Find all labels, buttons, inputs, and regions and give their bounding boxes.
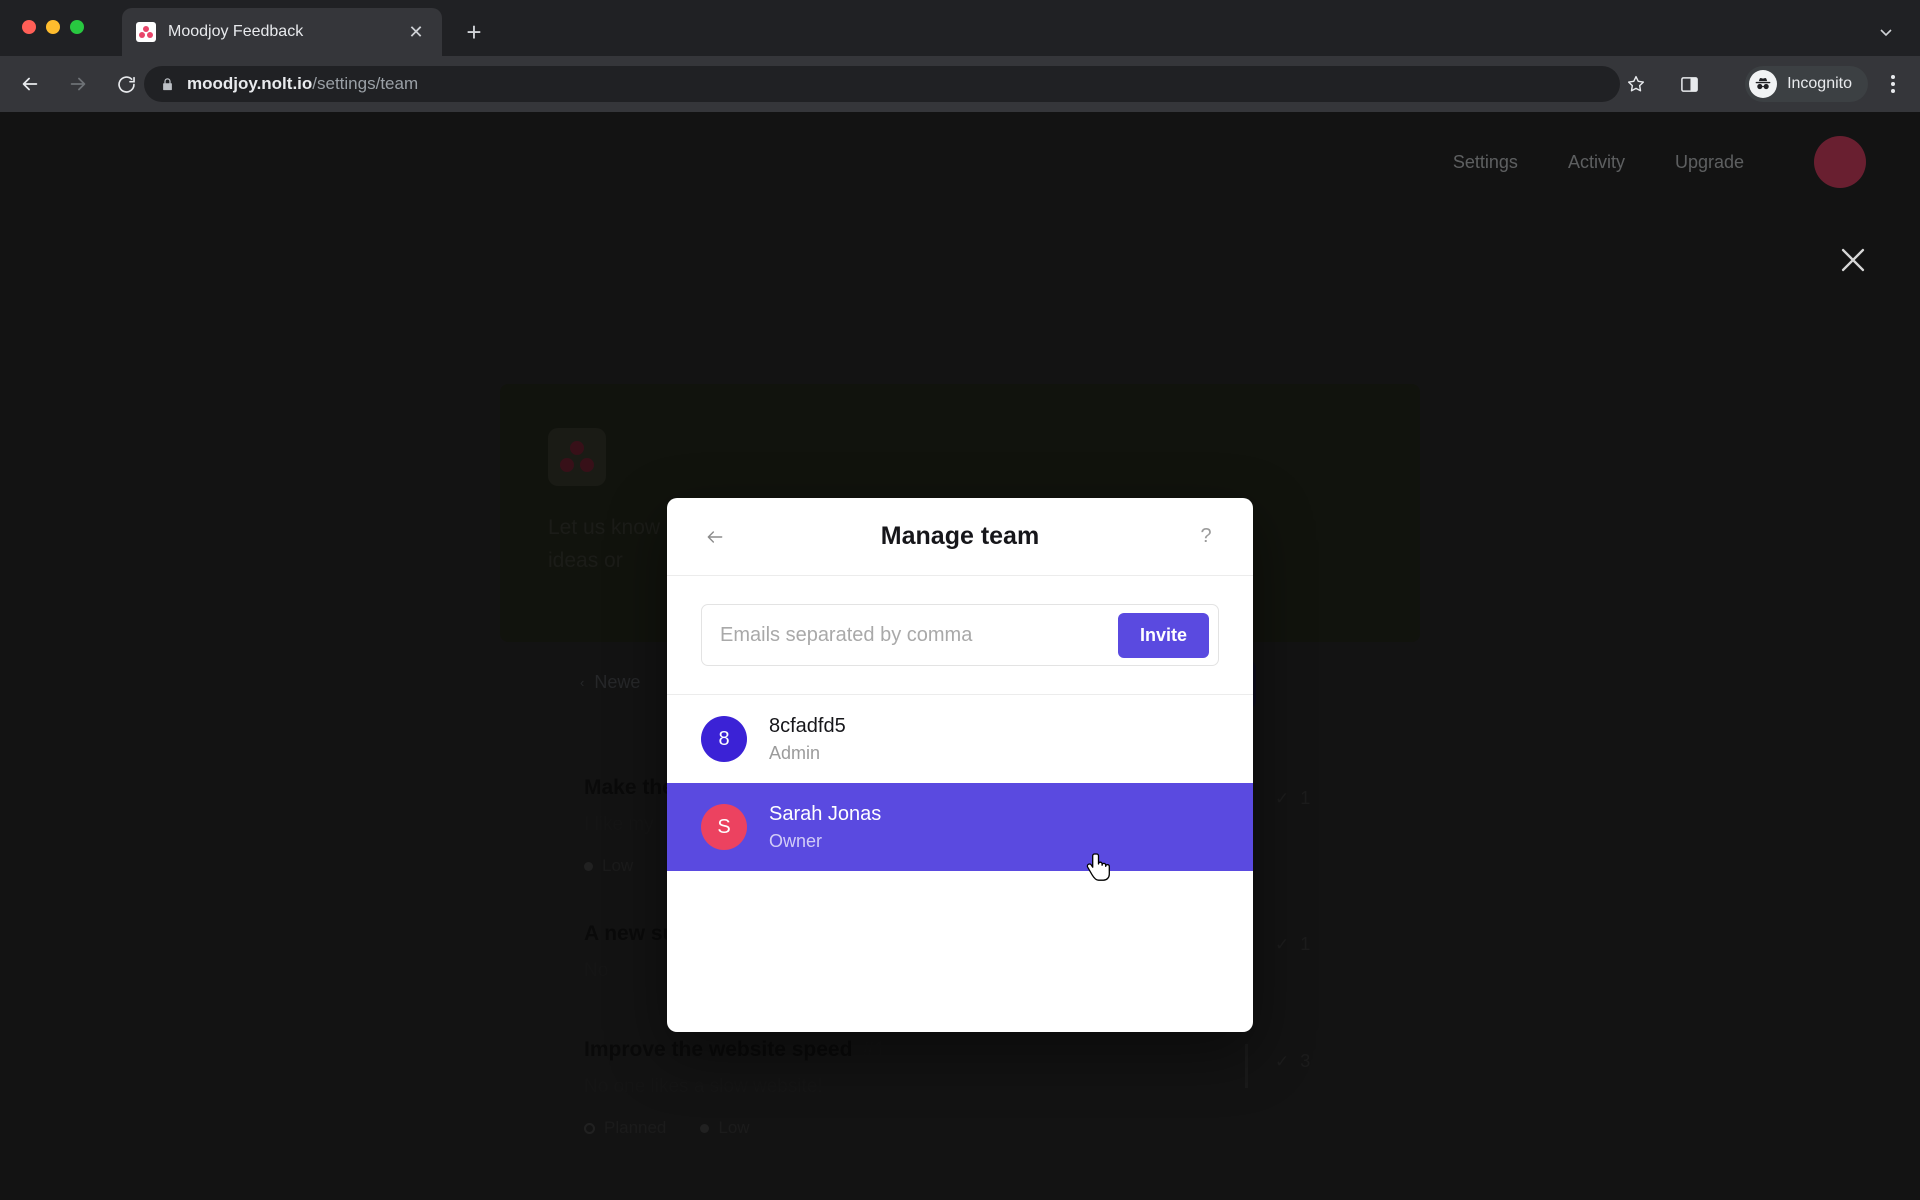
three-dot-menu-icon[interactable] xyxy=(1878,69,1908,99)
profile-label: Incognito xyxy=(1787,75,1852,92)
back-arrow-icon[interactable] xyxy=(701,523,729,551)
help-icon[interactable]: ? xyxy=(1193,524,1219,550)
profile-chip[interactable]: Incognito xyxy=(1745,66,1868,102)
team-member-role: Admin xyxy=(769,742,821,763)
team-member-role: Owner xyxy=(769,830,823,851)
new-tab-button[interactable]: + xyxy=(458,16,490,48)
team-member-name: 8cfadfd5 xyxy=(769,714,846,737)
avatar: S xyxy=(701,804,747,850)
browser-tab-strip: Moodjoy Feedback ✕ + xyxy=(0,0,1920,56)
team-member-info: 8cfadfd5 Admin xyxy=(769,715,846,764)
team-member-row[interactable]: 8 8cfadfd5 Admin xyxy=(667,695,1253,783)
avatar: 8 xyxy=(701,716,747,762)
forward-arrow-icon[interactable] xyxy=(60,66,96,102)
moodjoy-favicon xyxy=(136,22,156,42)
modal-title: Manage team xyxy=(880,522,1040,550)
url-host: moodjoy.nolt.io xyxy=(187,74,313,93)
window-traffic-lights xyxy=(22,20,84,34)
window-minimize-button[interactable] xyxy=(46,20,60,34)
back-arrow-icon[interactable] xyxy=(12,66,48,102)
manage-team-modal: Manage team ? Invite 8 8cfadfd5 Admin xyxy=(667,498,1253,1032)
close-icon[interactable]: ✕ xyxy=(404,20,428,44)
browser-tab-title: Moodjoy Feedback xyxy=(168,23,304,40)
team-member-info: Sarah Jonas Owner xyxy=(769,803,881,852)
url-text: moodjoy.nolt.io/settings/team xyxy=(187,74,418,94)
close-icon[interactable] xyxy=(1830,237,1876,283)
invite-section: Invite xyxy=(667,576,1253,695)
window-close-button[interactable] xyxy=(22,20,36,34)
browser-window: Moodjoy Feedback ✕ + moodjoy.nolt.io/set… xyxy=(0,0,1920,1200)
invite-button[interactable]: Invite xyxy=(1117,612,1209,658)
team-member-name: Sarah Jonas xyxy=(769,802,882,825)
chevron-down-icon[interactable] xyxy=(1870,16,1902,48)
window-maximize-button[interactable] xyxy=(70,20,84,34)
app-page: Settings Activity Upgrade Let us know id… xyxy=(0,112,1920,1200)
browser-tab[interactable]: Moodjoy Feedback ✕ xyxy=(122,8,442,56)
team-member-list: 8 8cfadfd5 Admin S Sarah Jonas Owner xyxy=(667,695,1253,1032)
browser-toolbar: moodjoy.nolt.io/settings/team Incognito xyxy=(0,56,1920,112)
invite-emails-input[interactable] xyxy=(720,623,1108,647)
star-icon[interactable] xyxy=(1620,68,1652,100)
address-bar[interactable]: moodjoy.nolt.io/settings/team xyxy=(144,66,1620,102)
url-path: /settings/team xyxy=(312,74,419,93)
modal-header: Manage team ? xyxy=(667,498,1253,576)
reload-icon[interactable] xyxy=(108,66,144,102)
side-panel-icon[interactable] xyxy=(1674,69,1704,99)
pointer-hand-cursor xyxy=(1086,852,1112,889)
incognito-icon xyxy=(1749,70,1778,98)
team-member-row[interactable]: S Sarah Jonas Owner xyxy=(667,783,1253,871)
lock-icon xyxy=(160,77,175,92)
invite-box: Invite xyxy=(701,604,1219,666)
